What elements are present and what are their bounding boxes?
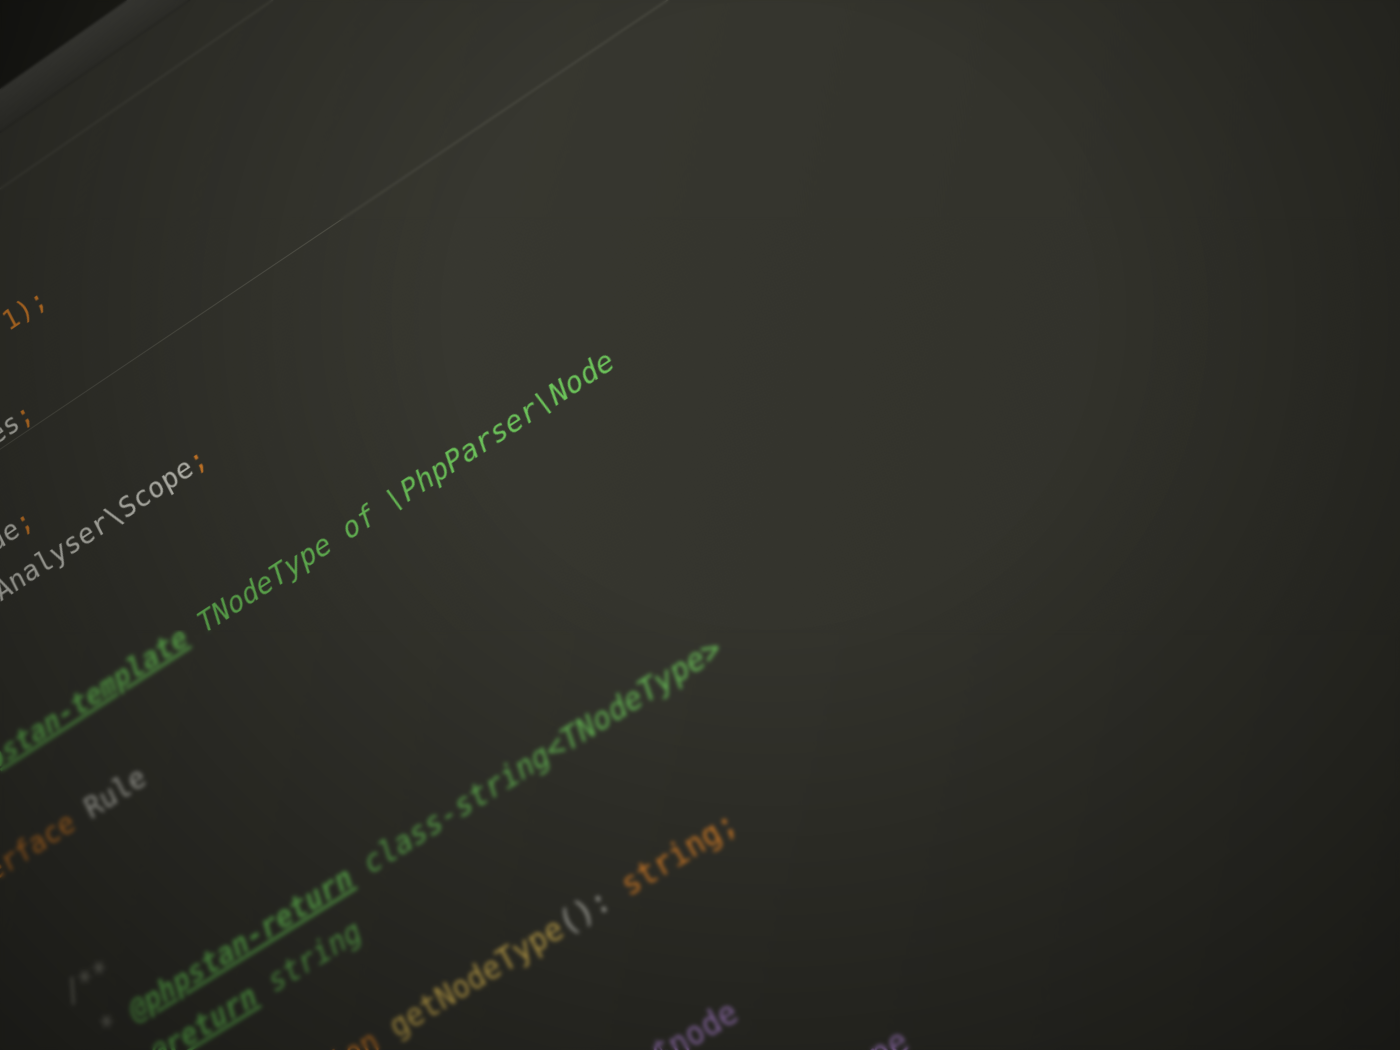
variable: $scope <box>796 1021 915 1050</box>
doc-tag: @phpstan-template <box>0 620 193 804</box>
separator-line <box>0 0 1126 405</box>
code-token: are(strict_types = 1); <box>0 283 52 509</box>
editor-window: Develo… CallStaticMethodsRule… 10 ● ↓ 12… <box>0 0 1400 1050</box>
function-name: getNodeType <box>384 910 571 1046</box>
code-token: Rule <box>65 759 151 835</box>
editor-body: 10 ● ↓ 12 13 14 15 16 are(strict_types =… <box>0 0 1400 1050</box>
code-token: interface <box>0 805 80 916</box>
separator-line <box>0 0 1269 598</box>
code-area[interactable]: are(strict_types = 1); ace PHPStan\Rules… <box>0 0 1400 1050</box>
variable: $node <box>645 993 744 1050</box>
doc-text: TNodeType of \PhpParser\Node <box>178 344 621 650</box>
